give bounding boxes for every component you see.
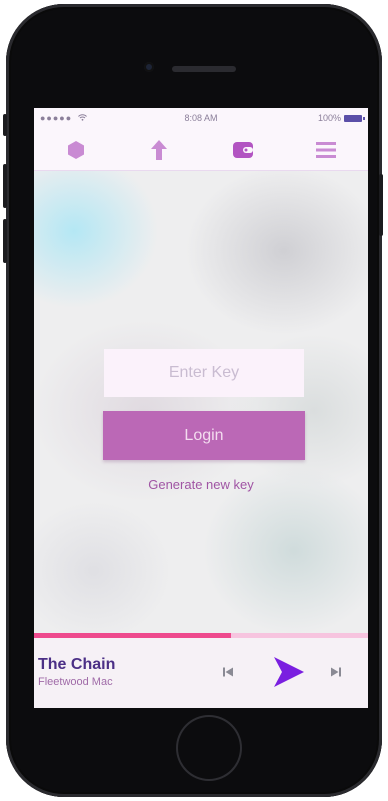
now-playing-bar: The Chain Fleetwood Mac xyxy=(34,638,368,708)
silent-switch xyxy=(3,114,7,136)
track-title: The Chain xyxy=(38,656,116,673)
wallet-icon[interactable] xyxy=(223,134,263,166)
volume-up-button xyxy=(3,164,7,208)
login-button[interactable]: Login xyxy=(103,411,305,460)
upload-arrow-icon[interactable] xyxy=(139,134,179,166)
blurred-background: Login Generate new key xyxy=(34,171,368,633)
volume-down-button xyxy=(3,219,7,263)
track-artist: Fleetwood Mac xyxy=(38,676,113,688)
app-screen: ●●●●● 8:08 AM 100% Login Generate new ke… xyxy=(34,108,368,708)
generate-new-key-link[interactable]: Generate new key xyxy=(34,477,368,492)
play-button[interactable] xyxy=(268,652,308,692)
key-input[interactable] xyxy=(104,349,304,397)
hexagon-icon[interactable] xyxy=(56,134,96,166)
skip-forward-icon xyxy=(331,667,341,677)
power-button xyxy=(379,174,383,236)
previous-track-button[interactable] xyxy=(218,658,238,686)
home-button[interactable] xyxy=(176,715,242,781)
front-camera xyxy=(144,62,154,72)
battery-status: 100% xyxy=(317,113,365,123)
top-navigation xyxy=(34,130,368,171)
skip-back-icon xyxy=(223,667,233,677)
hamburger-menu-icon[interactable] xyxy=(306,134,346,166)
earpiece-speaker xyxy=(172,66,236,72)
battery-percent: 100% xyxy=(317,113,341,123)
play-icon xyxy=(274,657,304,687)
battery-icon xyxy=(344,114,365,122)
next-track-button[interactable] xyxy=(326,658,346,686)
status-bar: ●●●●● 8:08 AM 100% xyxy=(34,108,368,130)
